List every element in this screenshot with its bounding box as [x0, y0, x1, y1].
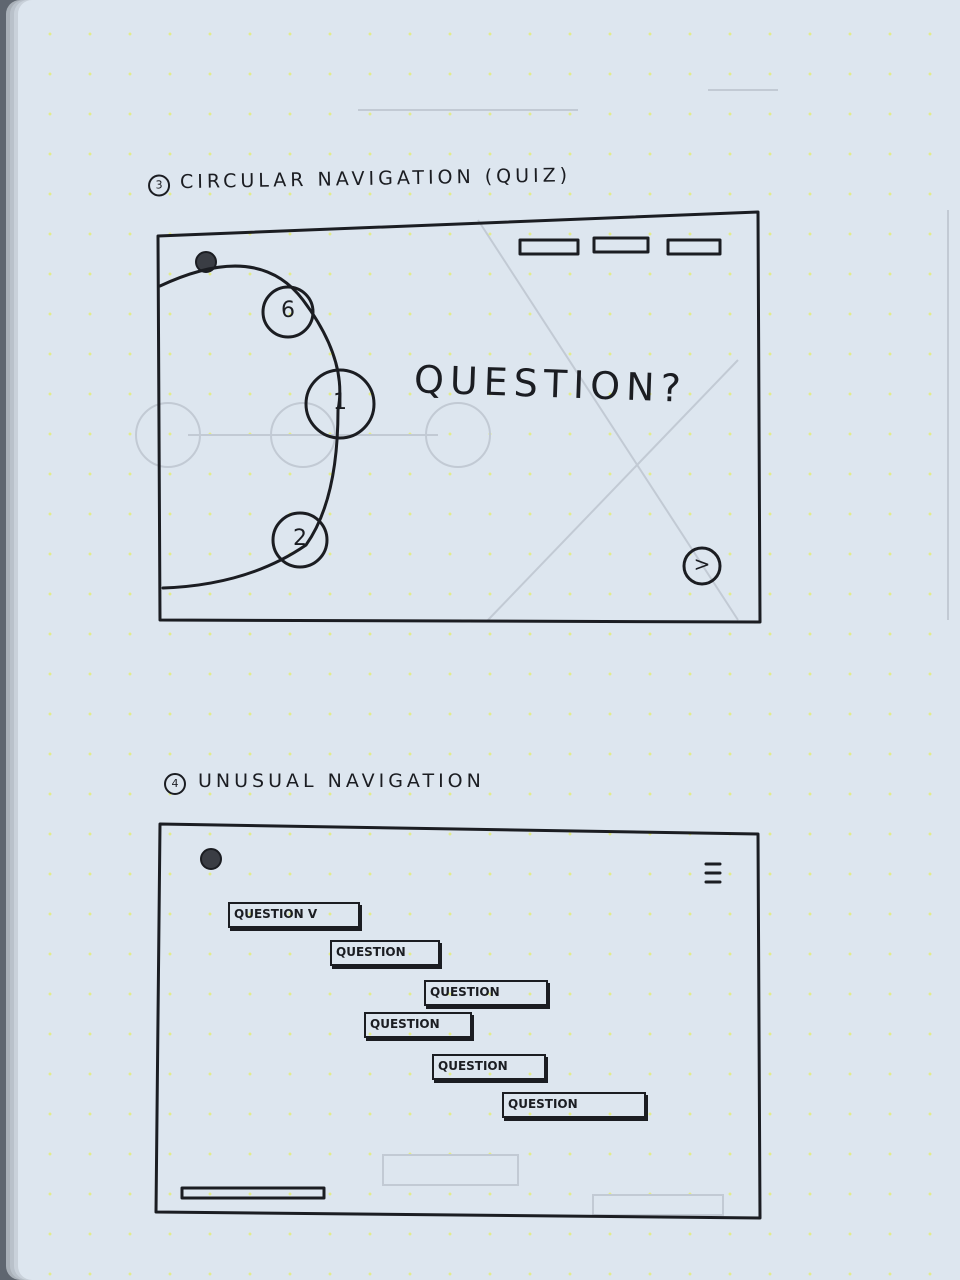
- question-box-1[interactable]: QUESTION V: [228, 902, 360, 928]
- heading-number-badge: 3: [147, 174, 171, 197]
- question-box-2[interactable]: QUESTION: [330, 940, 440, 966]
- question-box-3[interactable]: QUESTION: [424, 980, 548, 1006]
- sketch2-heading-text: UNUSUAL NAVIGATION: [198, 770, 485, 792]
- notebook-page: 3 CIRCULAR NAVIGATION (QUIZ) 6 1 2 > QUES…: [18, 0, 960, 1280]
- heading-number-badge-2: 4: [164, 773, 186, 795]
- node-2-label[interactable]: 2: [280, 526, 320, 551]
- question-box-label: QUESTION: [438, 1059, 508, 1073]
- next-button[interactable]: >: [682, 552, 722, 576]
- question-box-label: QUESTION: [370, 1017, 440, 1031]
- node-6-label[interactable]: 6: [268, 298, 308, 323]
- question-box-label: QUESTION: [336, 945, 406, 959]
- question-box-4[interactable]: QUESTION: [364, 1012, 472, 1038]
- question-box-5[interactable]: QUESTION: [432, 1054, 546, 1080]
- sketch2-heading: 4 UNUSUAL NAVIGATION: [164, 770, 485, 795]
- question-box-label: QUESTION: [508, 1097, 578, 1111]
- question-box-label: QUESTION V: [234, 907, 318, 921]
- question-box-label: QUESTION: [430, 985, 500, 999]
- question-box-6[interactable]: QUESTION: [502, 1092, 646, 1118]
- node-1-label[interactable]: 1: [320, 390, 360, 415]
